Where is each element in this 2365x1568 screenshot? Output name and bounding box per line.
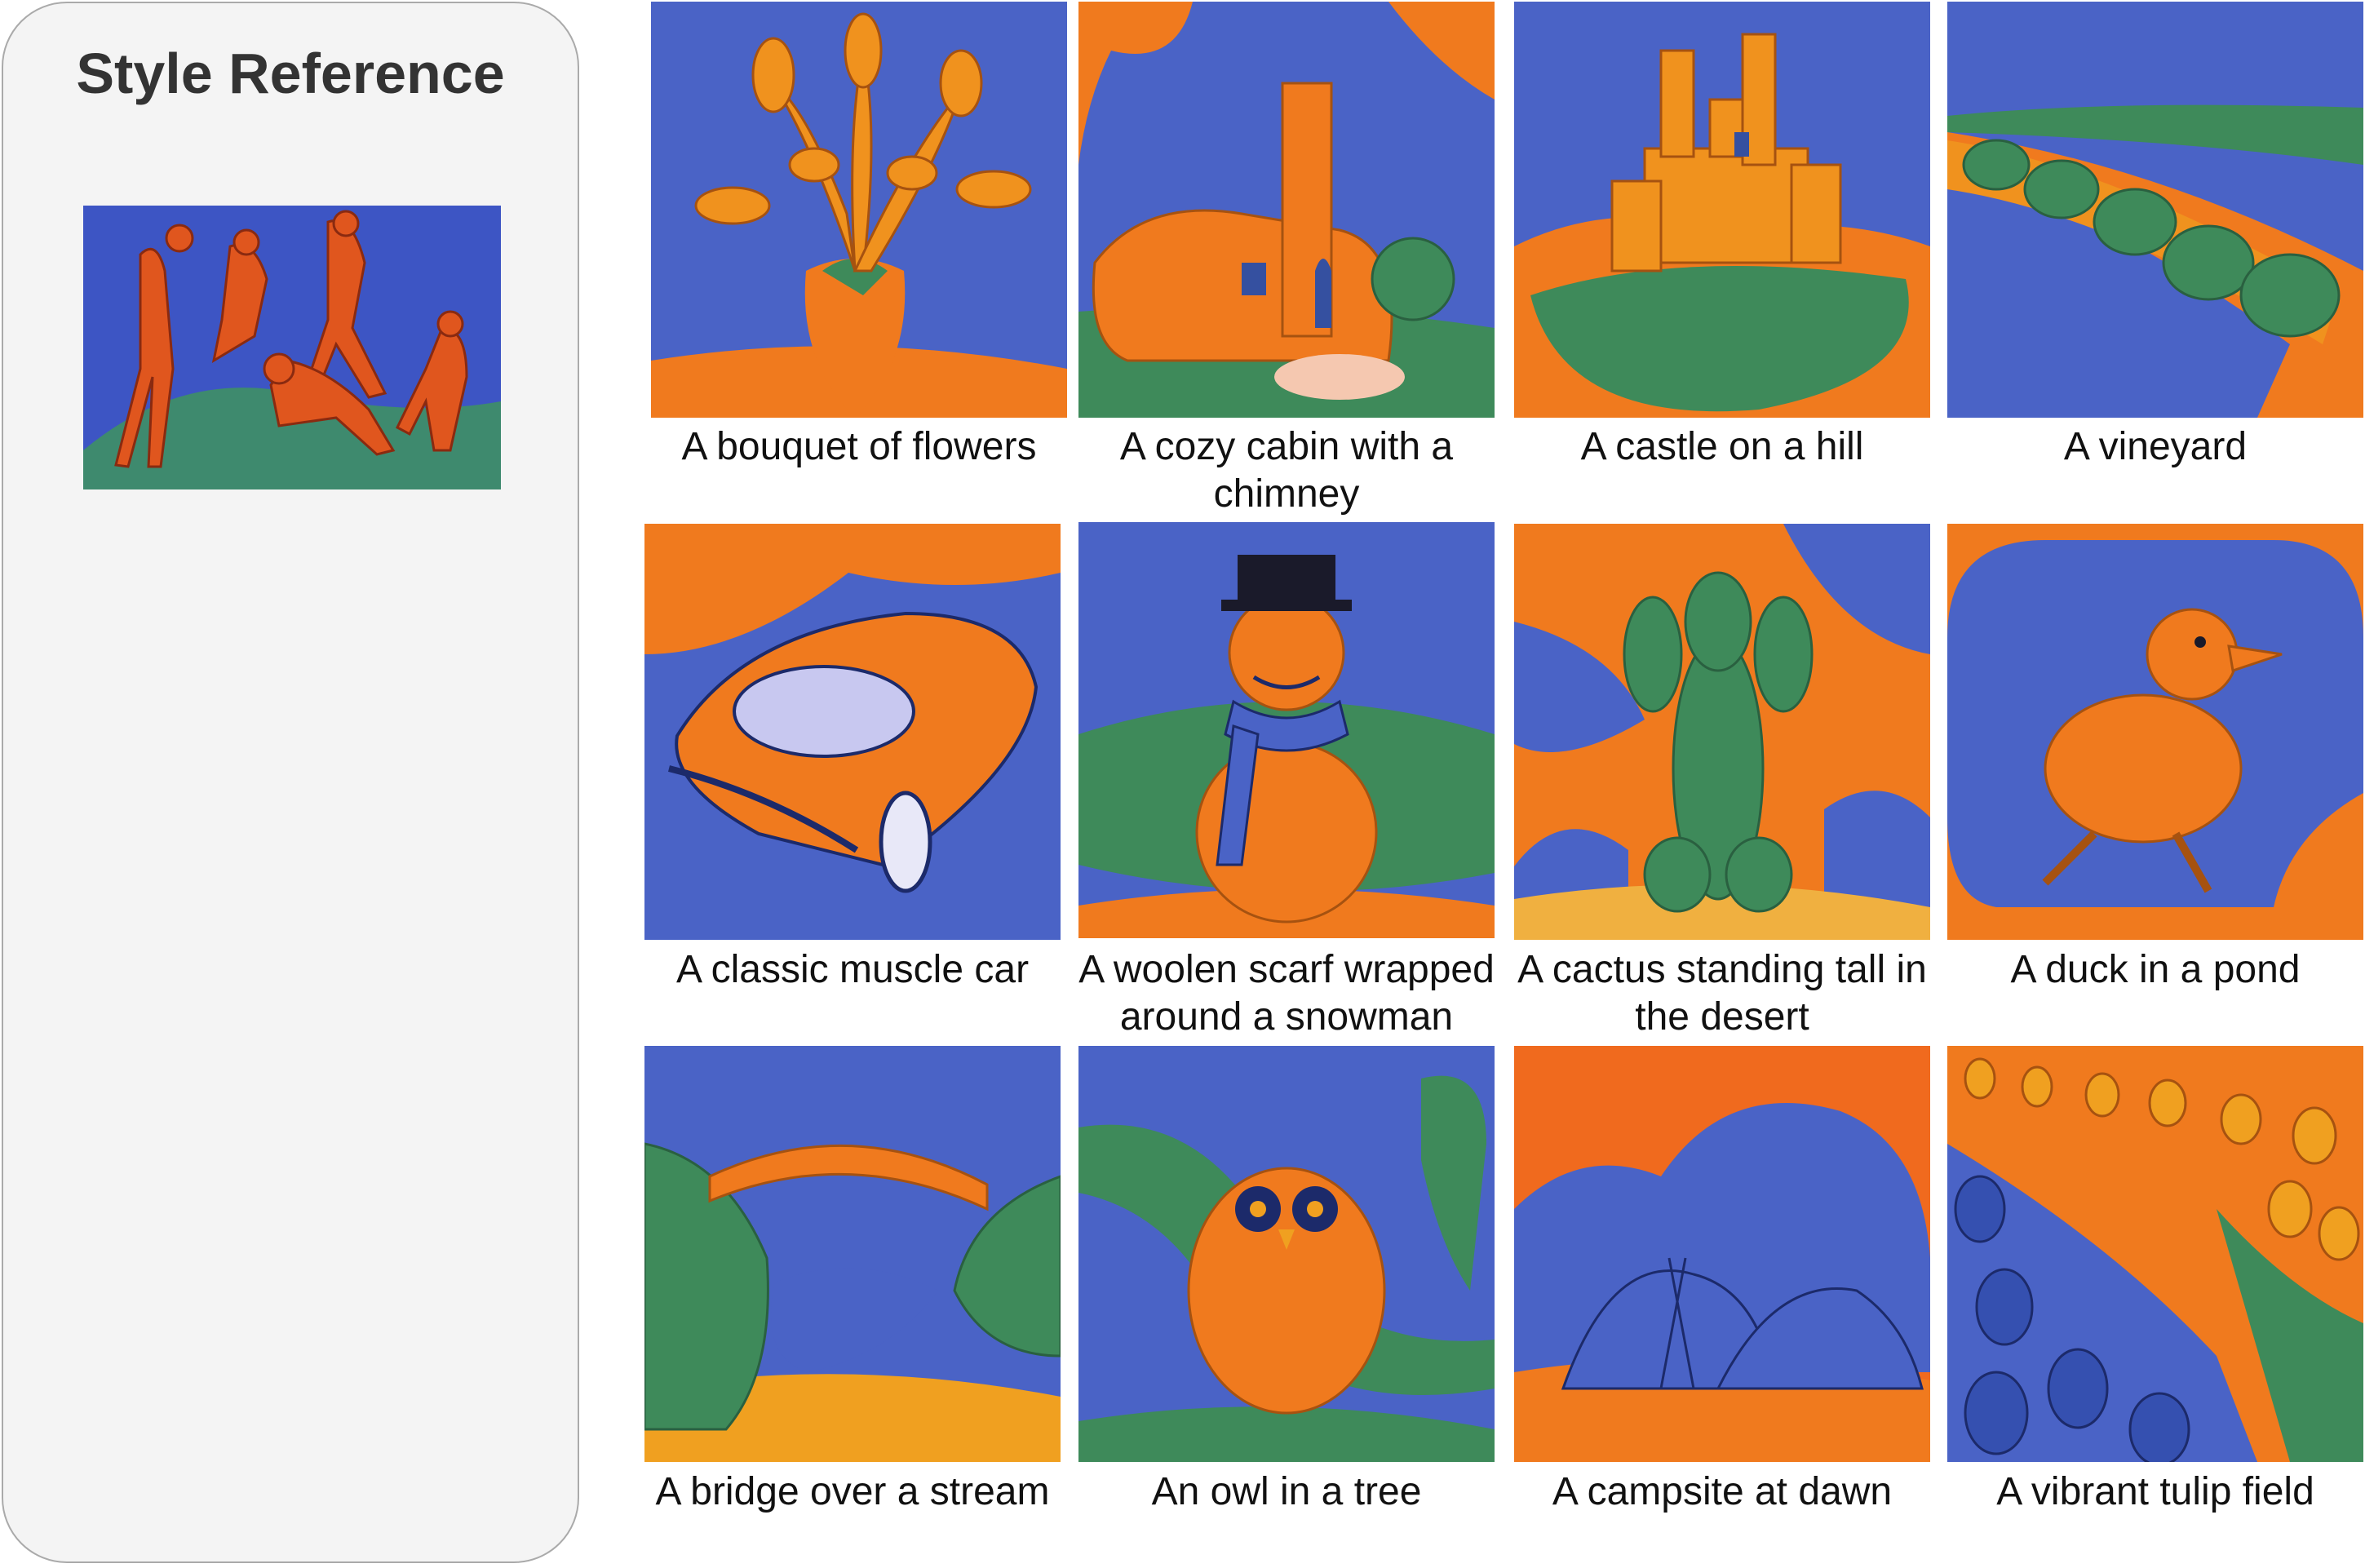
caption-tulip-field: A vibrant tulip field bbox=[1996, 1470, 2314, 1513]
caption-owl: An owl in a tree bbox=[1151, 1470, 1422, 1513]
bridge-image bbox=[644, 1046, 1061, 1462]
caption-bouquet: A bouquet of flowers bbox=[681, 425, 1037, 468]
muscle-car-image bbox=[644, 524, 1061, 940]
vineyard-image bbox=[1947, 2, 2363, 418]
castle-image bbox=[1514, 2, 1930, 418]
snowman-image bbox=[1078, 522, 1495, 938]
caption-snowman: A woolen scarf wrapped around a snowman bbox=[1078, 948, 1495, 1039]
caption-bridge: A bridge over a stream bbox=[655, 1470, 1050, 1513]
bouquet-image bbox=[651, 2, 1067, 418]
campsite-image bbox=[1514, 1046, 1930, 1462]
duck-image bbox=[1947, 524, 2363, 940]
style-reference-title: Style Reference bbox=[76, 42, 505, 105]
caption-campsite: A campsite at dawn bbox=[1552, 1470, 1893, 1513]
caption-muscle-car: A classic muscle car bbox=[675, 948, 1030, 991]
caption-cabin: A cozy cabin with a chimney bbox=[1119, 425, 1454, 516]
owl-image bbox=[1078, 1046, 1495, 1462]
caption-vineyard: A vineyard bbox=[2063, 425, 2248, 468]
tulip-field-image bbox=[1947, 1046, 2363, 1462]
caption-castle: A castle on a hill bbox=[1580, 425, 1864, 468]
cabin-image bbox=[1078, 2, 1495, 418]
style-reference-panel: Style Reference bbox=[2, 2, 579, 1563]
cactus-image bbox=[1514, 524, 1930, 940]
caption-duck: A duck in a pond bbox=[2010, 948, 2301, 991]
dance-painting-image bbox=[83, 206, 501, 489]
caption-cactus: A cactus standing tall in the desert bbox=[1517, 948, 1927, 1039]
